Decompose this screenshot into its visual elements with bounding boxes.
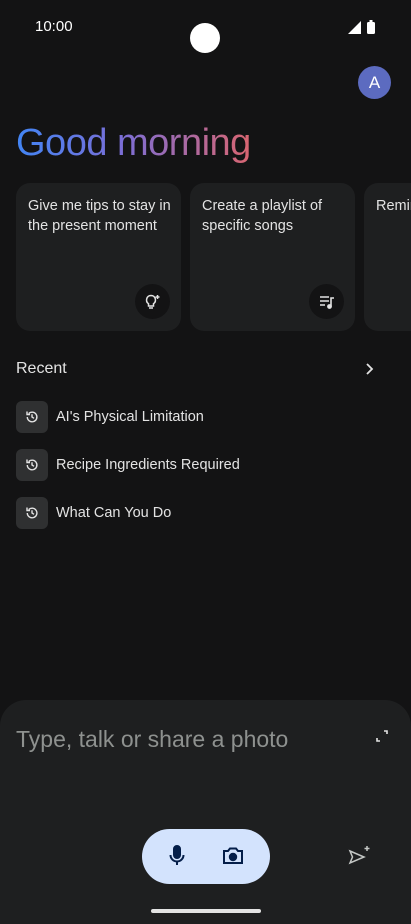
microphone-icon[interactable] [165,843,189,874]
recent-heading: Recent [16,360,67,377]
recent-item[interactable]: AI's Physical Limitation [16,401,204,433]
suggestion-card[interactable]: Create a playlist of specific songs [190,183,355,331]
recent-item-label: AI's Physical Limitation [56,409,204,425]
expand-icon[interactable] [374,728,390,749]
status-time: 10:00 [35,18,73,35]
status-icons [348,20,375,34]
battery-icon [367,20,375,34]
voice-camera-pill [142,829,270,884]
avatar[interactable]: A [358,66,391,99]
recent-item-label: What Can You Do [56,505,172,521]
recent-item[interactable]: Recipe Ingredients Required [16,449,240,481]
greeting-title: Good morning [16,122,251,164]
prompt-input[interactable] [16,726,356,753]
recent-item[interactable]: What Can You Do [16,497,171,529]
send-sparkle-icon[interactable] [348,845,372,872]
suggestion-card[interactable]: Give me tips to stay in the present mome… [16,183,181,331]
camera-icon[interactable] [221,843,245,874]
history-icon [16,449,48,481]
suggestion-text: Give me tips to stay in the present mome… [28,198,171,234]
history-icon [16,497,48,529]
suggestion-cards: Give me tips to stay in the present mome… [16,183,411,331]
suggestion-text: Create a playlist of specific songs [202,198,323,234]
chevron-right-icon[interactable] [362,361,376,382]
recent-item-label: Recipe Ingredients Required [56,457,240,473]
home-indicator[interactable] [151,909,261,913]
lightbulb-sparkle-icon [135,284,170,319]
playlist-icon [309,284,344,319]
history-icon [16,401,48,433]
camera-cutout [190,23,220,53]
suggestion-text: Remind me of errands [376,198,411,214]
suggestion-card[interactable]: Remind me of errands [364,183,411,331]
signal-icon [348,20,361,34]
